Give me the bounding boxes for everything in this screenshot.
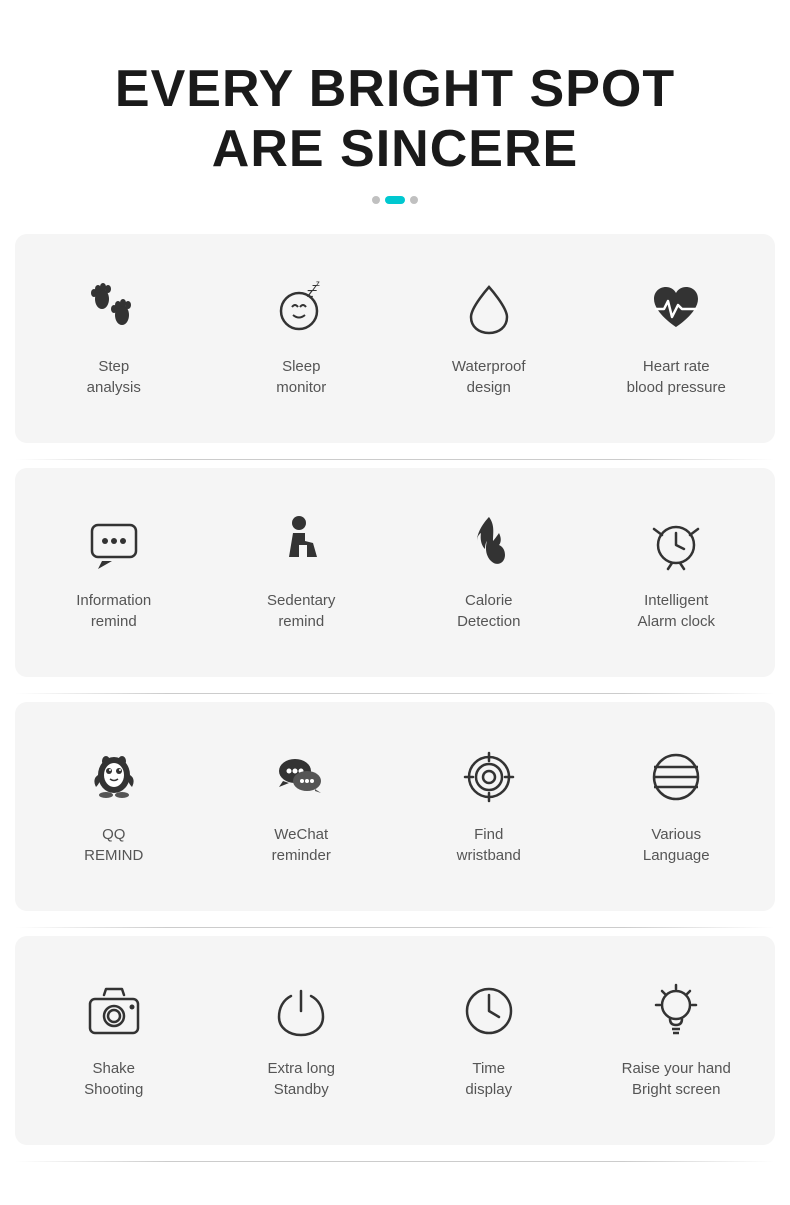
- qq-label: QQREMIND: [84, 824, 143, 866]
- standby-label: Extra longStandby: [267, 1058, 335, 1100]
- feature-calorie: CalorieDetection: [400, 498, 578, 647]
- dot-2: [385, 196, 405, 204]
- step-label: Stepanalysis: [87, 356, 141, 398]
- waterproof-label: Waterproofdesign: [452, 356, 526, 398]
- language-icon: [641, 742, 711, 812]
- feature-info: Informationremind: [25, 498, 203, 647]
- language-label: VariousLanguage: [643, 824, 710, 866]
- flame-icon: [454, 508, 524, 578]
- svg-text:Z: Z: [316, 282, 320, 288]
- feature-language: VariousLanguage: [588, 732, 766, 881]
- sitting-icon: [266, 508, 336, 578]
- info-label: Informationremind: [76, 590, 151, 632]
- power-icon: [266, 976, 336, 1046]
- features-grid-2: Informationremind Sedentaryremind: [25, 498, 765, 647]
- wechat-label: WeChatreminder: [272, 824, 331, 866]
- sections-wrapper: Stepanalysis Z Z Z Slee: [0, 234, 790, 1170]
- features-grid-3: QQREMIND: [25, 732, 765, 881]
- lightbulb-icon: [641, 976, 711, 1046]
- wechat-icon: [266, 742, 336, 812]
- qq-icon: [79, 742, 149, 812]
- camera-icon: [79, 976, 149, 1046]
- section-4: ShakeShooting Extra longStandby: [15, 936, 775, 1145]
- dots-indicator: [115, 196, 675, 204]
- sleep-icon: Z Z Z: [266, 274, 336, 344]
- feature-time: Timedisplay: [400, 966, 578, 1115]
- shake-label: ShakeShooting: [84, 1058, 143, 1100]
- feature-raise: Raise your handBright screen: [588, 966, 766, 1115]
- section-1: Stepanalysis Z Z Z Slee: [15, 234, 775, 443]
- dot-3: [410, 196, 418, 204]
- features-grid-4: ShakeShooting Extra longStandby: [25, 966, 765, 1115]
- find-label: Findwristband: [457, 824, 521, 866]
- feature-waterproof: Waterproofdesign: [400, 264, 578, 413]
- sleep-label: Sleepmonitor: [276, 356, 326, 398]
- footsteps-icon: [79, 274, 149, 344]
- heartrate-label: Heart rateblood pressure: [627, 356, 726, 398]
- section-2: Informationremind Sedentaryremind: [15, 468, 775, 677]
- feature-alarm: IntelligentAlarm clock: [588, 498, 766, 647]
- header-title: EVERY BRIGHT SPOT ARE SINCERE: [115, 60, 675, 180]
- feature-wechat: WeChatreminder: [213, 732, 391, 881]
- feature-step: Stepanalysis: [25, 264, 203, 413]
- header: EVERY BRIGHT SPOT ARE SINCERE: [95, 0, 695, 234]
- calorie-label: CalorieDetection: [457, 590, 520, 632]
- divider-3: [15, 927, 775, 928]
- divider-4: [15, 1161, 775, 1162]
- feature-shake: ShakeShooting: [25, 966, 203, 1115]
- alarm-label: IntelligentAlarm clock: [637, 590, 715, 632]
- water-drop-icon: [454, 274, 524, 344]
- feature-sleep: Z Z Z Sleepmonitor: [213, 264, 391, 413]
- sedentary-label: Sedentaryremind: [267, 590, 335, 632]
- feature-qq: QQREMIND: [25, 732, 203, 881]
- alarm-clock-icon: [641, 508, 711, 578]
- divider-2: [15, 693, 775, 694]
- section-3: QQREMIND: [15, 702, 775, 911]
- raise-label: Raise your handBright screen: [622, 1058, 731, 1100]
- features-grid-1: Stepanalysis Z Z Z Slee: [25, 264, 765, 413]
- feature-find: Findwristband: [400, 732, 578, 881]
- divider-1: [15, 459, 775, 460]
- time-label: Timedisplay: [465, 1058, 512, 1100]
- clock-icon: [454, 976, 524, 1046]
- dot-1: [372, 196, 380, 204]
- chat-bubble-icon: [79, 508, 149, 578]
- heart-rate-icon: [641, 274, 711, 344]
- feature-sedentary: Sedentaryremind: [213, 498, 391, 647]
- feature-heartrate: Heart rateblood pressure: [588, 264, 766, 413]
- target-icon: [454, 742, 524, 812]
- feature-standby: Extra longStandby: [213, 966, 391, 1115]
